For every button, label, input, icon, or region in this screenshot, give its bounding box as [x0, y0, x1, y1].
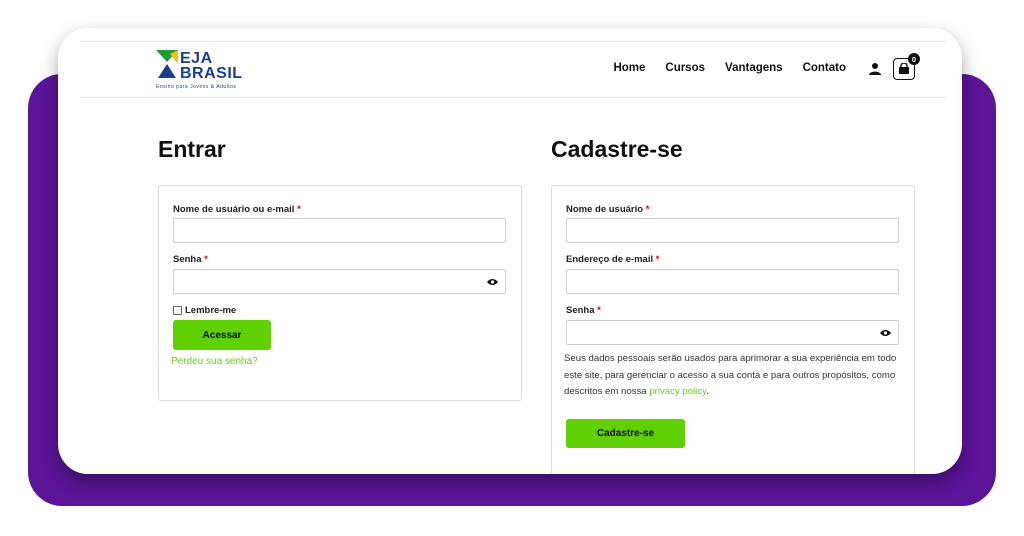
lost-password-link[interactable]: Perdeu sua senha?: [171, 356, 258, 367]
login-password-label: Senha *: [173, 254, 208, 265]
nav-home[interactable]: Home: [613, 62, 645, 74]
register-email-label: Endereço de e-mail *: [566, 254, 660, 265]
register-submit-button[interactable]: Cadastre-se: [566, 419, 685, 448]
cart-button[interactable]: 0: [893, 53, 920, 80]
logo-word-brasil: BRASIL: [180, 65, 243, 82]
privacy-notice: Seus dados pessoais serão usados para ap…: [564, 353, 897, 397]
header-bottom-divider: [80, 97, 946, 98]
main-nav: Home Cursos Vantagens Contato: [613, 62, 846, 74]
register-title: Cadastre-se: [551, 136, 683, 162]
login-submit-button[interactable]: Acessar: [173, 320, 271, 350]
remember-me-row[interactable]: Lembre-me: [173, 305, 236, 316]
login-password-input[interactable]: [173, 269, 506, 294]
login-title: Entrar: [158, 136, 226, 162]
login-username-label: Nome de usuário ou e-mail *: [173, 204, 301, 215]
nav-cursos[interactable]: Cursos: [665, 62, 705, 74]
browser-screenshot-card: EJA BRASIL Ensino para Jovens & Adultos …: [58, 28, 962, 474]
register-username-label: Nome de usuário *: [566, 204, 650, 215]
register-password-label: Senha *: [566, 305, 601, 316]
register-password-input[interactable]: [566, 320, 899, 345]
register-email-input[interactable]: [566, 269, 899, 294]
login-form: Nome de usuário ou e-mail * Senha * Lemb…: [158, 185, 522, 401]
remember-me-checkbox[interactable]: [173, 306, 182, 315]
user-account-icon[interactable]: [868, 62, 882, 76]
shopping-bag-icon: [899, 63, 909, 74]
show-password-eye-icon[interactable]: [487, 278, 498, 286]
logo-hourglass-icon: [156, 50, 178, 78]
site-logo[interactable]: EJA BRASIL Ensino para Jovens & Adultos: [156, 50, 256, 90]
cart-count-badge: 0: [908, 53, 920, 65]
header-top-divider: [80, 41, 946, 42]
show-password-eye-icon[interactable]: [880, 329, 891, 337]
logo-tagline: Ensino para Jovens & Adultos: [156, 84, 237, 90]
register-username-input[interactable]: [566, 218, 899, 243]
remember-me-label: Lembre-me: [185, 305, 237, 316]
register-form: Nome de usuário * Endereço de e-mail * S…: [551, 185, 915, 474]
login-username-input[interactable]: [173, 218, 506, 243]
privacy-policy-link[interactable]: privacy policy: [649, 386, 706, 397]
nav-contato[interactable]: Contato: [803, 62, 846, 74]
nav-vantagens[interactable]: Vantagens: [725, 62, 783, 74]
